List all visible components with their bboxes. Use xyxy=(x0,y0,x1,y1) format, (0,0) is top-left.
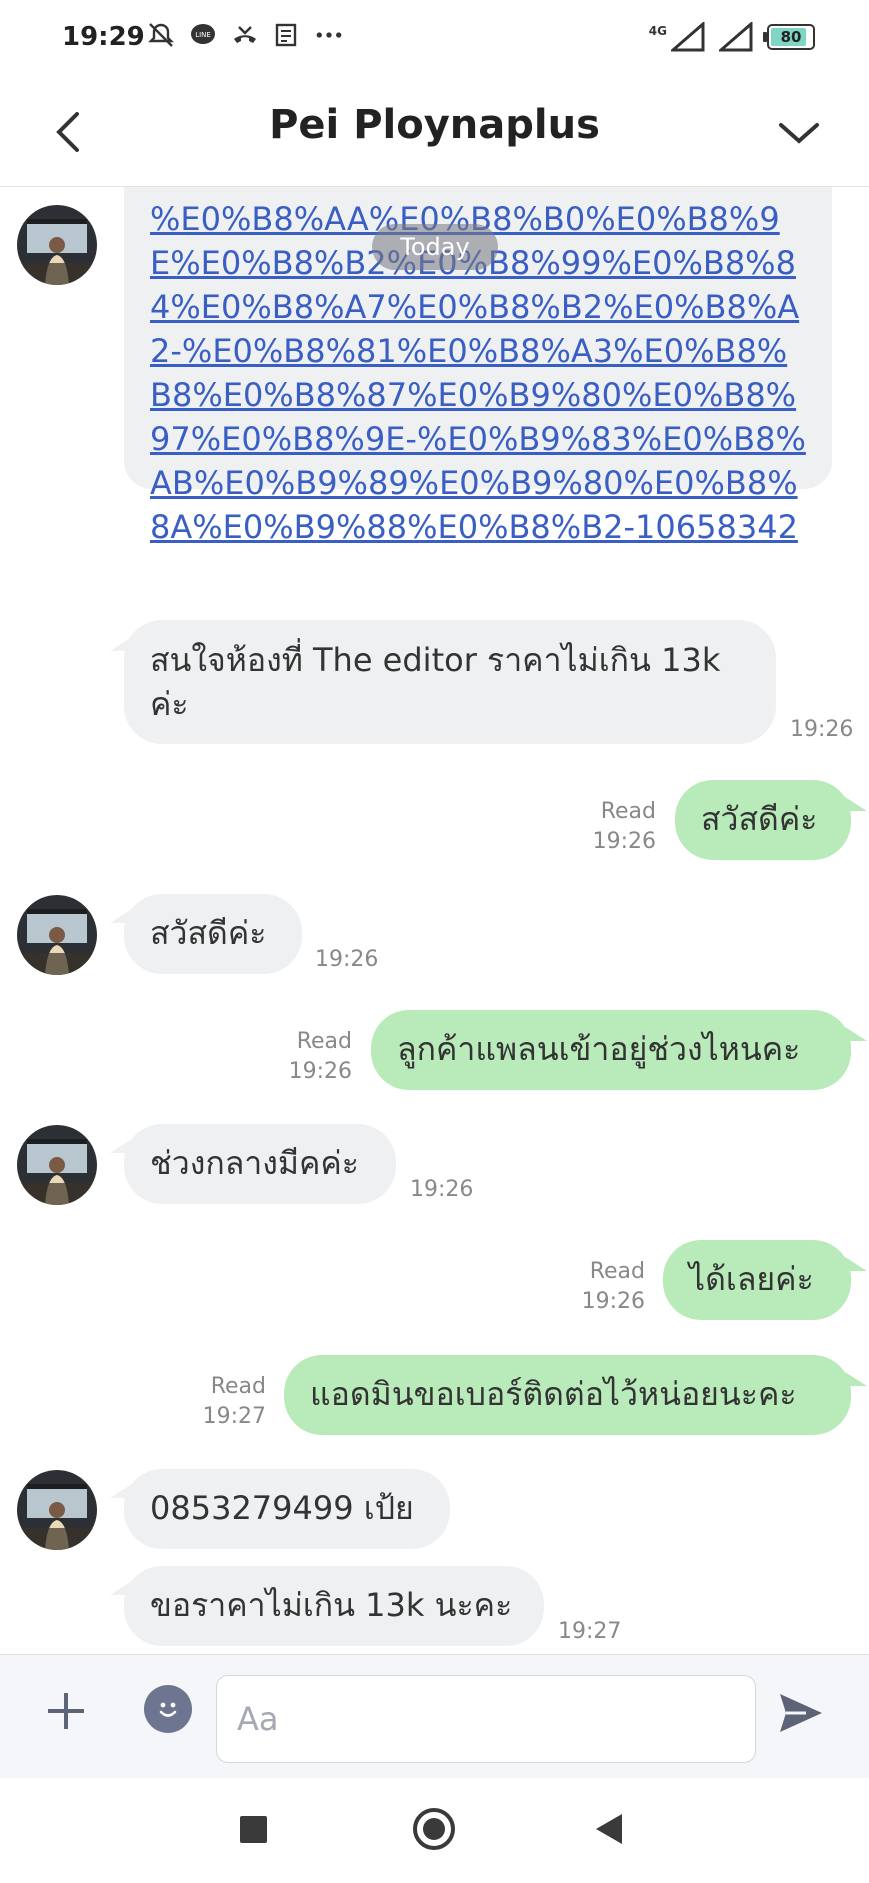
read-label: Read xyxy=(600,799,656,824)
message-time: 19:26 xyxy=(592,829,656,854)
message-text: ช่วงกลางมีคค่ะ xyxy=(150,1144,359,1182)
message-read-status: Read 19:26 xyxy=(580,797,656,857)
message-time: 19:26 xyxy=(410,1177,474,1202)
message-text: แอดมินขอเบอร์ติดต่อไว้หน่อยนะคะ xyxy=(310,1375,797,1413)
date-separator: Today xyxy=(372,224,498,270)
message-text: 0853279499 เป้ย xyxy=(150,1489,414,1527)
message-text: ได้เลยค่ะ xyxy=(689,1260,814,1298)
message-read-status: Read 19:26 xyxy=(276,1027,352,1087)
chat-title[interactable]: Pei Ploynaplus xyxy=(0,102,869,148)
message-read-status: Read 19:26 xyxy=(569,1257,645,1317)
add-attachment-button[interactable] xyxy=(38,1683,94,1739)
plus-icon xyxy=(48,1693,84,1729)
avatar[interactable] xyxy=(17,1470,97,1550)
avatar[interactable] xyxy=(17,205,97,285)
message-text: สวัสดีค่ะ xyxy=(701,800,818,838)
message-input-bar xyxy=(0,1654,869,1779)
message-read-status: Read 19:27 xyxy=(190,1372,266,1432)
emoji-button[interactable] xyxy=(144,1685,192,1733)
avatar-photo xyxy=(17,1470,97,1550)
message-input[interactable] xyxy=(216,1675,756,1763)
message-text: ลูกค้าแพลนเข้าอยู่ช่วงไหนคะ xyxy=(397,1030,801,1068)
message-bubble-incoming[interactable]: 0853279499 เป้ย xyxy=(124,1469,450,1549)
read-label: Read xyxy=(296,1029,352,1054)
chat-header: Pei Ploynaplus xyxy=(0,78,869,187)
battery-icon: 80 xyxy=(763,24,815,50)
message-time: 19:26 xyxy=(790,717,854,742)
square-recent-icon[interactable] xyxy=(240,1816,267,1843)
read-label: Read xyxy=(210,1374,266,1399)
emoji-icon xyxy=(159,1702,177,1717)
more-dots-icon xyxy=(314,20,344,50)
status-bar: 19:29 LINE 4G 80 xyxy=(0,0,869,78)
avatar[interactable] xyxy=(17,895,97,975)
system-nav-bar xyxy=(0,1778,869,1883)
message-bubble-incoming[interactable]: สวัสดีค่ะ xyxy=(124,894,302,974)
home-circle-icon[interactable] xyxy=(413,1808,455,1850)
avatar-photo xyxy=(17,205,97,285)
message-bubble-outgoing[interactable]: ได้เลยค่ะ xyxy=(663,1240,851,1320)
message-text: สนใจห้องที่ The editor ราคาไม่เกิน 13k ค… xyxy=(150,641,721,723)
signal-icon xyxy=(671,22,705,52)
message-text: ขอราคาไม่เกิน 13k นะคะ xyxy=(150,1586,513,1624)
message-time: 19:26 xyxy=(315,947,379,972)
message-time: 19:27 xyxy=(558,1619,622,1644)
chat-menu-button[interactable] xyxy=(769,100,829,164)
avatar[interactable] xyxy=(17,1125,97,1205)
status-system-icons: 4G 80 xyxy=(649,22,815,52)
message-bubble-outgoing[interactable]: ลูกค้าแพลนเข้าอยู่ช่วงไหนคะ xyxy=(371,1010,851,1090)
avatar-photo xyxy=(17,1125,97,1205)
message-bubble-outgoing[interactable]: แอดมินขอเบอร์ติดต่อไว้หน่อยนะคะ xyxy=(284,1355,851,1435)
read-label: Read xyxy=(589,1259,645,1284)
signal-icon-2 xyxy=(719,22,753,52)
line-icon: LINE xyxy=(188,20,218,50)
svg-text:LINE: LINE xyxy=(195,31,211,39)
message-text: สวัสดีค่ะ xyxy=(150,914,267,952)
chat-message-list[interactable]: %E0%B8%AA%E0%B8%B0%E0%B8%9E%E0%B8%B2%E0%… xyxy=(0,187,869,1653)
message-time: 19:27 xyxy=(202,1404,266,1429)
message-time: 19:26 xyxy=(581,1289,645,1314)
send-icon xyxy=(780,1694,822,1732)
message-bubble-incoming[interactable]: ช่วงกลางมีคค่ะ xyxy=(124,1124,396,1204)
avatar-photo xyxy=(17,895,97,975)
mute-icon xyxy=(146,20,176,50)
send-button[interactable] xyxy=(771,1683,831,1743)
chevron-down-icon xyxy=(779,123,819,144)
battery-level: 80 xyxy=(780,28,802,46)
message-bubble-outgoing[interactable]: สวัสดีค่ะ xyxy=(675,780,851,860)
message-bubble-incoming[interactable]: ขอราคาไม่เกิน 13k นะคะ xyxy=(124,1566,544,1646)
missed-call-icon xyxy=(230,20,260,50)
message-time: 19:26 xyxy=(288,1059,352,1084)
message-bubble-incoming[interactable]: สนใจห้องที่ The editor ราคาไม่เกิน 13k ค… xyxy=(124,620,776,744)
triangle-back-icon[interactable] xyxy=(596,1814,622,1844)
status-time: 19:29 xyxy=(62,22,145,52)
status-notification-icons: LINE xyxy=(146,20,344,50)
news-icon xyxy=(272,20,302,50)
network-type-label: 4G xyxy=(648,24,667,38)
